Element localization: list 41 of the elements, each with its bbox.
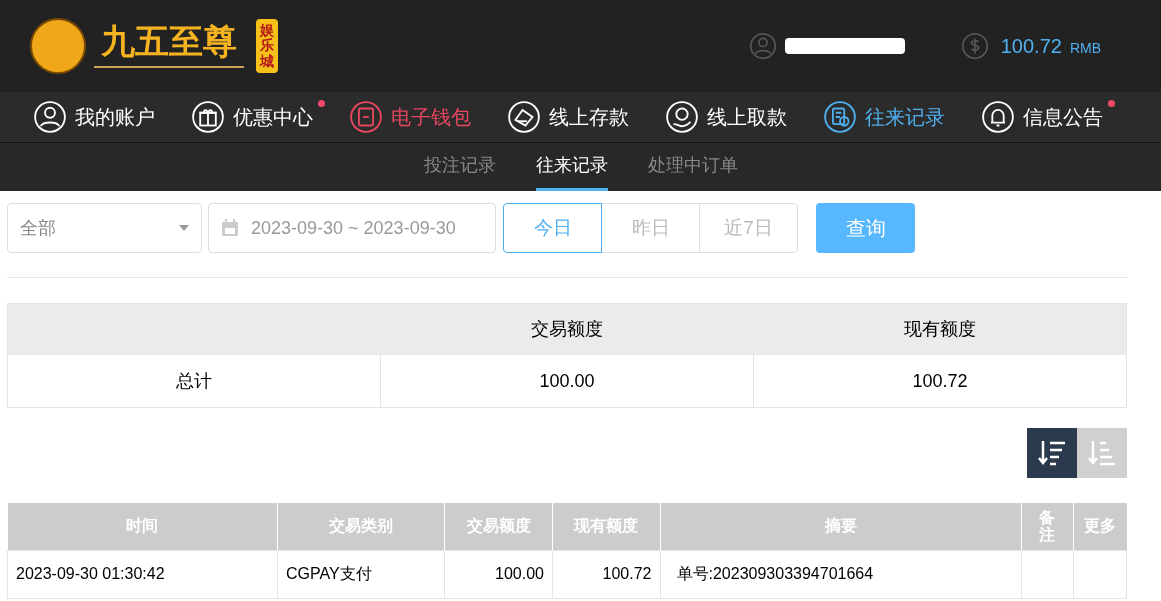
- table-cell: 单号:202309303394701664: [660, 550, 1022, 598]
- sort-button[interactable]: [1027, 428, 1077, 478]
- logo-title: 九五至尊: [101, 24, 237, 58]
- user-icon: [33, 100, 67, 134]
- sort-ascending-icon: [1087, 439, 1117, 467]
- caret-icon: [179, 225, 189, 231]
- gift-icon: [191, 100, 225, 134]
- logo-tag: 娱乐城: [256, 18, 278, 74]
- table-cell: 2023-09-30 01:30:42: [7, 550, 278, 598]
- bell-icon: [981, 100, 1015, 134]
- date-range-field[interactable]: 2023-09-30 ~ 2023-09-30: [208, 203, 496, 253]
- table-cell: 100.72: [552, 550, 660, 598]
- nav-link[interactable]: 信息公告: [1023, 102, 1103, 132]
- table-cell: 总计: [8, 355, 381, 407]
- nav-link[interactable]: 线上存款: [549, 102, 629, 132]
- user-icon: [748, 32, 777, 60]
- query-button[interactable]: 查询: [816, 203, 915, 253]
- sub-tab[interactable]: 往来记录: [535, 143, 608, 191]
- sub-tab[interactable]: 处理中订单: [647, 143, 738, 191]
- nav-link[interactable]: 线上取款: [707, 102, 787, 132]
- sort-descending-icon: [1037, 439, 1067, 467]
- nav-link[interactable]: 往来记录: [865, 102, 945, 132]
- table-cell-text: 100.72: [911, 369, 969, 393]
- table-cell: CGPAY支付: [277, 550, 445, 598]
- nav-link[interactable]: 我的账户: [75, 102, 155, 132]
- currency-label: RMB: [1069, 38, 1101, 58]
- dollar-icon: [960, 32, 989, 60]
- balance-amount: 100.72: [1000, 34, 1062, 59]
- nav-link[interactable]: 电子钱包: [391, 102, 471, 132]
- column-header: 现有额度: [902, 318, 977, 341]
- calendar-icon: [221, 219, 239, 237]
- table-cell: 100.00: [381, 355, 754, 407]
- type-select[interactable]: 全部: [7, 203, 202, 253]
- record-icon: [823, 100, 857, 134]
- column-header: 交易额度: [530, 318, 605, 341]
- wallet-icon: [349, 100, 383, 134]
- nav-link[interactable]: 优惠中心: [233, 102, 313, 132]
- logo-emblem-icon: [30, 18, 86, 74]
- sub-tab[interactable]: 投注记录: [423, 143, 496, 191]
- date-preset-button[interactable]: 今日: [503, 203, 602, 253]
- table-cell: 100.00: [444, 550, 553, 598]
